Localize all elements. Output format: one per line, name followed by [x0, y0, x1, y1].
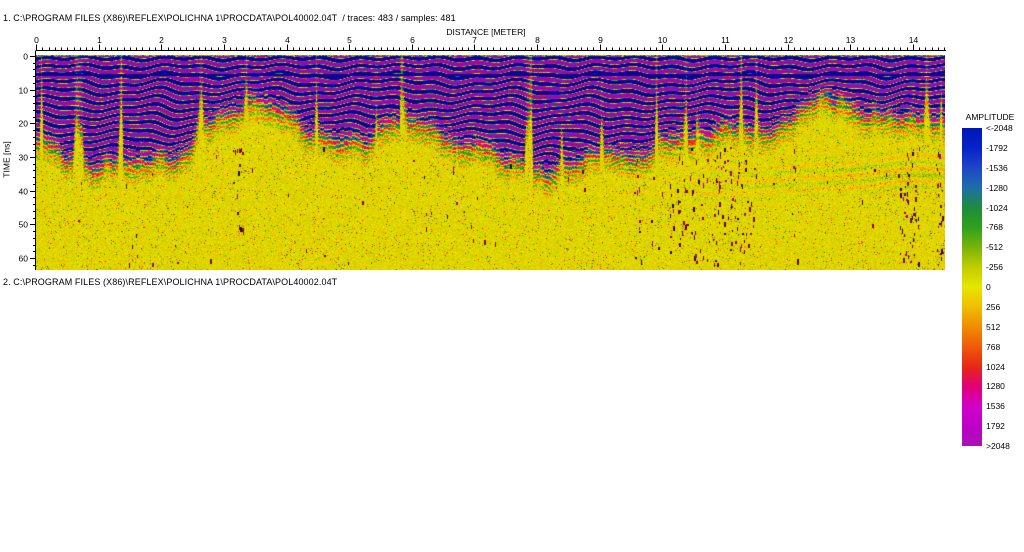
- legend-tick-label: 0: [986, 282, 991, 292]
- svg-text:6: 6: [410, 35, 415, 45]
- legend-tick-label: 1536: [986, 401, 1005, 411]
- legend-tick-label: -1024: [986, 203, 1008, 213]
- svg-text:3: 3: [222, 35, 227, 45]
- svg-text:1: 1: [97, 35, 102, 45]
- legend-tick-label: >2048: [986, 441, 1010, 451]
- svg-text:4: 4: [285, 35, 290, 45]
- svg-text:0: 0: [23, 52, 28, 62]
- legend-tick-label: 1792: [986, 421, 1005, 431]
- legend-tick-label: -512: [986, 242, 1003, 252]
- radargram-image[interactable]: [36, 55, 945, 270]
- svg-text:14: 14: [909, 35, 919, 45]
- legend-tick-label: -1792: [986, 143, 1008, 153]
- svg-text:2: 2: [159, 35, 164, 45]
- legend-title: AMPLITUDE: [960, 112, 1020, 122]
- distance-axis-label: DISTANCE [METER]: [420, 27, 552, 37]
- legend-tick-label: 256: [986, 302, 1000, 312]
- legend-colorbar: [962, 128, 982, 446]
- legend-tick-label: <-2048: [986, 123, 1013, 133]
- legend-tick-label: 1280: [986, 381, 1005, 391]
- svg-text:13: 13: [846, 35, 856, 45]
- svg-text:9: 9: [598, 35, 603, 45]
- legend-tick-label: -256: [986, 262, 1003, 272]
- svg-text:10: 10: [19, 86, 29, 96]
- legend-tick-label: -768: [986, 222, 1003, 232]
- svg-text:20: 20: [19, 119, 29, 129]
- legend-tick-label: -1536: [986, 163, 1008, 173]
- svg-text:30: 30: [19, 153, 29, 163]
- svg-text:40: 40: [19, 187, 29, 197]
- legend-tick-label: 768: [986, 342, 1000, 352]
- legend-tick-label: 1024: [986, 362, 1005, 372]
- svg-text:60: 60: [19, 254, 29, 264]
- reflexw-workspace: 1. C:\PROGRAM FILES (X86)\REFLEX\POLICHN…: [0, 0, 1024, 552]
- legend-tick-label: 512: [986, 322, 1000, 332]
- svg-text:12: 12: [784, 35, 794, 45]
- svg-text:50: 50: [19, 220, 29, 230]
- time-axis-label: TIME [ns]: [2, 130, 13, 190]
- svg-text:0: 0: [34, 35, 39, 45]
- panel1-title: 1. C:\PROGRAM FILES (X86)\REFLEX\POLICHN…: [3, 13, 456, 23]
- amplitude-legend: AMPLITUDE <-2048 -1792 -1536 -1280 -1024 -768…: [960, 110, 1024, 455]
- legend-tick-label: -1280: [986, 183, 1008, 193]
- svg-text:10: 10: [658, 35, 668, 45]
- svg-text:11: 11: [721, 35, 730, 45]
- panel2-title: 2. C:\PROGRAM FILES (X86)\REFLEX\POLICHN…: [3, 277, 337, 287]
- svg-text:5: 5: [347, 35, 352, 45]
